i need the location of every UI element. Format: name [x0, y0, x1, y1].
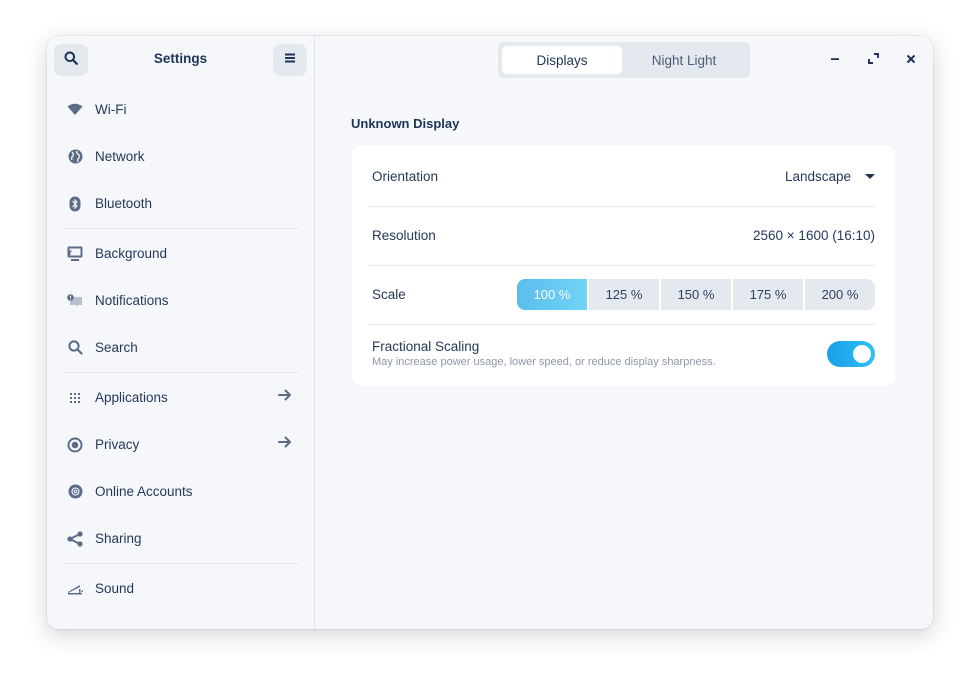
sound-icon [67, 581, 83, 597]
sidebar-list: Wi-Fi Network Bluetooth Background Notif… [47, 86, 314, 612]
monitor-icon [67, 246, 83, 262]
sidebar-item-label: Sharing [95, 531, 142, 546]
sidebar-item-label: Online Accounts [95, 484, 193, 499]
sidebar-item-sound[interactable]: Sound [47, 565, 314, 612]
view-switcher: Displays Night Light [498, 42, 750, 78]
chevron-down-icon [865, 174, 875, 179]
section-title: Unknown Display [351, 116, 460, 131]
globe-icon [67, 149, 83, 165]
sidebar-item-network[interactable]: Network [47, 133, 314, 180]
sidebar-item-background[interactable]: Background [47, 230, 314, 277]
maximize-icon [867, 51, 879, 69]
fractional-scaling-title: Fractional Scaling [372, 339, 480, 354]
sidebar-item-notifications[interactable]: Notifications [47, 277, 314, 324]
sidebar-item-label: Background [95, 246, 168, 261]
wifi-icon [67, 102, 83, 118]
search-icon [67, 340, 83, 356]
arrow-right-icon [278, 388, 292, 407]
scale-option-125[interactable]: 125 % [589, 279, 659, 310]
sidebar-item-online-accounts[interactable]: Online Accounts [47, 468, 314, 515]
orientation-value: Landscape [784, 169, 851, 184]
sidebar-item-sharing[interactable]: Sharing [47, 515, 314, 562]
at-sign-icon [67, 484, 83, 500]
sidebar-item-privacy[interactable]: Privacy [47, 421, 314, 468]
toggle-knob [853, 344, 871, 363]
close-icon [906, 51, 916, 69]
scale-option-100[interactable]: 100 % [517, 279, 587, 310]
fractional-scaling-text: Fractional Scaling May increase power us… [372, 339, 716, 368]
notification-icon [67, 293, 83, 309]
sidebar-item-label: Network [95, 149, 145, 164]
bluetooth-icon [67, 196, 83, 212]
main-content: Displays Night Light Unknown Display Ori… [315, 36, 933, 629]
maximize-button[interactable] [863, 50, 883, 70]
scale-button-group: 100 % 125 % 150 % 175 % 200 % [517, 279, 875, 310]
sidebar-item-label: Bluetooth [95, 196, 153, 211]
sidebar-header: Settings [47, 36, 314, 84]
sidebar-item-label: Notifications [95, 293, 169, 308]
settings-window: Settings Wi-Fi Network Bluetooth Backgro… [47, 36, 933, 629]
scale-row: Scale 100 % 125 % 150 % 175 % 200 % [372, 265, 875, 324]
scale-label: Scale [372, 287, 406, 302]
sidebar-divider [63, 563, 298, 564]
hamburger-menu-icon [284, 51, 296, 69]
sidebar: Settings Wi-Fi Network Bluetooth Backgro… [47, 36, 315, 629]
privacy-icon [67, 437, 83, 453]
sidebar-divider [63, 228, 298, 229]
fractional-scaling-row: Fractional Scaling May increase power us… [372, 324, 875, 383]
apps-grid-icon [67, 390, 83, 406]
sidebar-item-label: Search [95, 340, 138, 355]
scale-option-150[interactable]: 150 % [661, 279, 731, 310]
orientation-label: Orientation [372, 169, 439, 184]
menu-button[interactable] [273, 44, 307, 76]
sidebar-divider [63, 372, 298, 373]
sidebar-item-wifi[interactable]: Wi-Fi [47, 86, 314, 133]
resolution-label: Resolution [372, 228, 436, 243]
sidebar-item-search[interactable]: Search [47, 324, 314, 371]
orientation-row: Orientation Landscape [372, 147, 875, 206]
fractional-scaling-toggle[interactable] [827, 340, 875, 367]
sidebar-item-label: Wi-Fi [95, 102, 127, 117]
scale-option-175[interactable]: 175 % [733, 279, 803, 310]
tab-displays[interactable]: Displays [502, 46, 622, 74]
minimize-icon [830, 51, 840, 69]
sidebar-item-label: Privacy [95, 437, 140, 452]
share-icon [67, 530, 83, 547]
resolution-row: Resolution 2560 × 1600 (16:10) [372, 206, 875, 265]
arrow-right-icon [278, 435, 292, 454]
scale-option-200[interactable]: 200 % [805, 279, 875, 310]
sidebar-item-applications[interactable]: Applications [47, 374, 314, 421]
fractional-scaling-subtitle: May increase power usage, lower speed, o… [372, 356, 716, 368]
close-button[interactable] [901, 50, 921, 70]
resolution-value: 2560 × 1600 (16:10) [753, 228, 875, 243]
sidebar-item-label: Applications [95, 390, 168, 405]
sidebar-item-label: Sound [95, 581, 135, 596]
display-settings-card: Orientation Landscape Resolution 2560 × … [352, 145, 895, 386]
sidebar-item-bluetooth[interactable]: Bluetooth [47, 180, 314, 227]
tab-night-light[interactable]: Night Light [622, 46, 746, 74]
minimize-button[interactable] [825, 50, 845, 70]
orientation-dropdown[interactable]: Landscape [785, 169, 875, 184]
